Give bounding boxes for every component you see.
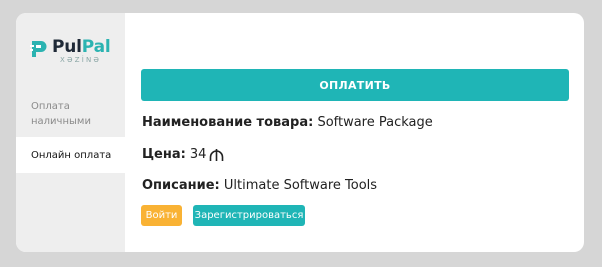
product-name-label: Наименование товара:: [142, 115, 314, 130]
manat-icon: [210, 148, 224, 161]
logo-subtitle: XƏZİNƏ: [60, 56, 102, 64]
description-label: Описание:: [142, 178, 220, 193]
sidebar-item-cash-line2: наличными: [31, 116, 91, 127]
pulpal-logo-icon: [30, 41, 47, 57]
login-button[interactable]: Войти: [141, 205, 182, 226]
sidebar-item-cash-line1: Оплата: [31, 101, 70, 112]
price-label: Цена:: [142, 147, 186, 162]
register-button[interactable]: Зарегистрироваться: [193, 205, 305, 226]
description-value: Ultimate Software Tools: [223, 178, 378, 193]
description-row: Описание: Ultimate Software Tools: [142, 178, 377, 193]
sidebar-item-online-label: Онлайн оплата: [31, 149, 112, 161]
logo-text-dark: Pul: [52, 37, 82, 57]
pay-button[interactable]: ОПЛАТИТЬ: [141, 69, 569, 101]
price-value: 34: [189, 147, 207, 162]
sidebar-item-cash-payment[interactable]: Оплата наличными: [16, 99, 125, 129]
product-name-row: Наименование товара: Software Package: [142, 115, 433, 130]
sidebar: PulPal XƏZİNƏ Оплата наличными Онлайн оп…: [16, 13, 125, 252]
payment-card: PulPal XƏZİNƏ Оплата наличными Онлайн оп…: [16, 13, 584, 252]
logo-text-accent: Pal: [81, 37, 111, 57]
product-name-value: Software Package: [317, 115, 433, 130]
sidebar-item-online-payment[interactable]: Онлайн оплата: [16, 137, 125, 173]
price-row: Цена: 34: [142, 147, 224, 162]
pulpal-logo: PulPal XƏZİNƏ: [30, 39, 111, 64]
main-content: ОПЛАТИТЬ Наименование товара: Software P…: [125, 13, 584, 252]
logo-text: PulPal: [52, 39, 111, 56]
